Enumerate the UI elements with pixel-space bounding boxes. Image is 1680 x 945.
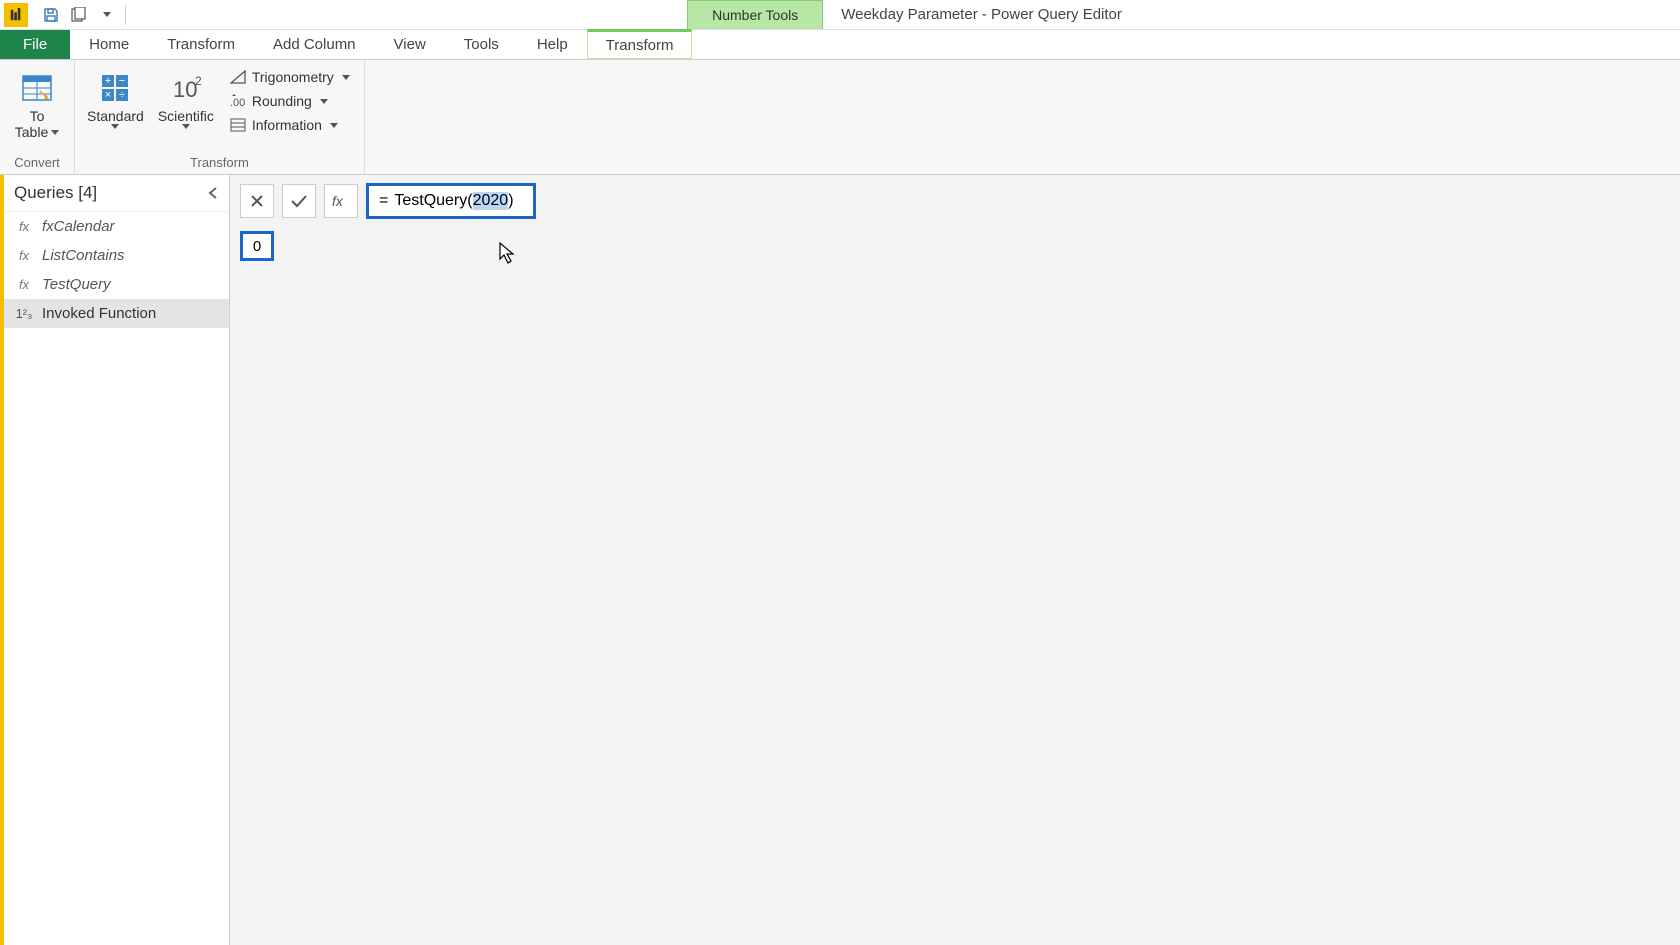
group-label-transform: Transform bbox=[83, 153, 356, 172]
query-item-listcontains[interactable]: fx ListContains bbox=[4, 241, 229, 270]
qat-customize-button[interactable] bbox=[94, 2, 120, 28]
chevron-down-icon bbox=[51, 130, 59, 135]
triangle-icon bbox=[230, 70, 246, 84]
tab-home[interactable]: Home bbox=[70, 30, 148, 59]
standard-label: Standard bbox=[87, 108, 144, 124]
chevron-down-icon bbox=[320, 99, 328, 104]
ribbon-group-convert: To Table Convert bbox=[0, 60, 75, 174]
result-cell[interactable]: 0 bbox=[240, 231, 274, 261]
app-icon bbox=[4, 3, 28, 27]
context-tool-header: Number Tools bbox=[687, 0, 823, 29]
number-icon: 1²₃ bbox=[14, 306, 34, 321]
tab-view[interactable]: View bbox=[375, 30, 445, 59]
quick-access-toolbar bbox=[32, 2, 129, 28]
formula-eq: = bbox=[379, 192, 388, 210]
confirm-formula-button[interactable] bbox=[282, 184, 316, 218]
title-bar: Number Tools Weekday Parameter - Power Q… bbox=[0, 0, 1680, 30]
scientific-label: Scientific bbox=[158, 108, 214, 124]
standard-button[interactable]: + − × ÷ Standard bbox=[83, 64, 148, 133]
separator bbox=[125, 5, 126, 25]
fx-button[interactable]: fx bbox=[324, 184, 358, 218]
to-table-button[interactable]: To Table bbox=[8, 64, 66, 144]
tab-context-transform[interactable]: Transform bbox=[587, 29, 693, 59]
document-title: Weekday Parameter - Power Query Editor bbox=[823, 6, 1122, 23]
svg-text:×: × bbox=[105, 89, 111, 101]
title-center: Number Tools Weekday Parameter - Power Q… bbox=[129, 0, 1680, 29]
formula-suffix: ) bbox=[508, 192, 513, 210]
trigonometry-label: Trigonometry bbox=[252, 69, 334, 85]
rounding-label: Rounding bbox=[252, 93, 312, 109]
chevron-down-icon bbox=[330, 123, 338, 128]
cancel-formula-button[interactable] bbox=[240, 184, 274, 218]
rounding-icon: .00 bbox=[230, 94, 246, 108]
svg-text:10: 10 bbox=[173, 77, 197, 101]
queries-header: Queries [4] bbox=[4, 175, 229, 212]
formula-bar: fx = TestQuery(2020) bbox=[230, 175, 1680, 227]
query-label: ListContains bbox=[42, 247, 125, 264]
information-button[interactable]: Information bbox=[224, 114, 356, 136]
collapse-panel-button[interactable] bbox=[207, 186, 219, 200]
group-label-convert: Convert bbox=[8, 153, 66, 172]
to-table-label-1: To bbox=[30, 108, 45, 124]
main-area: Queries [4] fx fxCalendar fx ListContain… bbox=[0, 175, 1680, 945]
table-icon bbox=[22, 68, 52, 108]
svg-text:fx: fx bbox=[332, 193, 344, 209]
query-label: TestQuery bbox=[42, 276, 111, 293]
query-label: Invoked Function bbox=[42, 305, 156, 322]
result-value: 0 bbox=[253, 238, 261, 255]
svg-text:−: − bbox=[119, 75, 125, 87]
qat-button-2[interactable] bbox=[66, 2, 92, 28]
scientific-icon: 102 bbox=[169, 68, 203, 108]
chevron-down-icon bbox=[111, 124, 119, 129]
cursor-icon bbox=[498, 241, 518, 265]
formula-input[interactable]: = TestQuery(2020) bbox=[366, 183, 536, 219]
save-button[interactable] bbox=[38, 2, 64, 28]
query-item-testquery[interactable]: fx TestQuery bbox=[4, 270, 229, 299]
calculator-icon: + − × ÷ bbox=[101, 68, 129, 108]
query-item-invoked-function[interactable]: 1²₃ Invoked Function bbox=[4, 299, 229, 328]
svg-text:+: + bbox=[105, 75, 111, 87]
tab-transform[interactable]: Transform bbox=[148, 30, 254, 59]
formula-func: TestQuery( bbox=[394, 192, 472, 210]
information-label: Information bbox=[252, 117, 322, 133]
ribbon-tabs: File Home Transform Add Column View Tool… bbox=[0, 30, 1680, 60]
chevron-down-icon bbox=[342, 75, 350, 80]
scientific-button[interactable]: 102 Scientific bbox=[154, 64, 218, 133]
tab-file[interactable]: File bbox=[0, 30, 70, 59]
to-table-label-2: Table bbox=[15, 124, 48, 140]
function-icon: fx bbox=[14, 277, 34, 292]
content-area: fx = TestQuery(2020) 0 bbox=[230, 175, 1680, 945]
ribbon-group-transform: + − × ÷ Standard 102 Scientific bbox=[75, 60, 365, 174]
info-icon bbox=[230, 118, 246, 132]
formula-selected-arg: 2020 bbox=[473, 192, 509, 210]
query-item-fxcalendar[interactable]: fx fxCalendar bbox=[4, 212, 229, 241]
rounding-button[interactable]: .00 Rounding bbox=[224, 90, 356, 112]
trigonometry-button[interactable]: Trigonometry bbox=[224, 66, 356, 88]
svg-text:.00: .00 bbox=[230, 97, 245, 108]
chevron-down-icon bbox=[182, 124, 190, 129]
query-label: fxCalendar bbox=[42, 218, 115, 235]
tab-add-column[interactable]: Add Column bbox=[254, 30, 375, 59]
queries-panel: Queries [4] fx fxCalendar fx ListContain… bbox=[0, 175, 230, 945]
tab-tools[interactable]: Tools bbox=[445, 30, 518, 59]
ribbon: To Table Convert + − × ÷ bbox=[0, 60, 1680, 175]
function-icon: fx bbox=[14, 248, 34, 263]
svg-text:÷: ÷ bbox=[119, 89, 125, 101]
queries-header-label: Queries [4] bbox=[14, 183, 97, 203]
tab-help[interactable]: Help bbox=[518, 30, 587, 59]
svg-text:2: 2 bbox=[195, 75, 202, 88]
function-icon: fx bbox=[14, 219, 34, 234]
